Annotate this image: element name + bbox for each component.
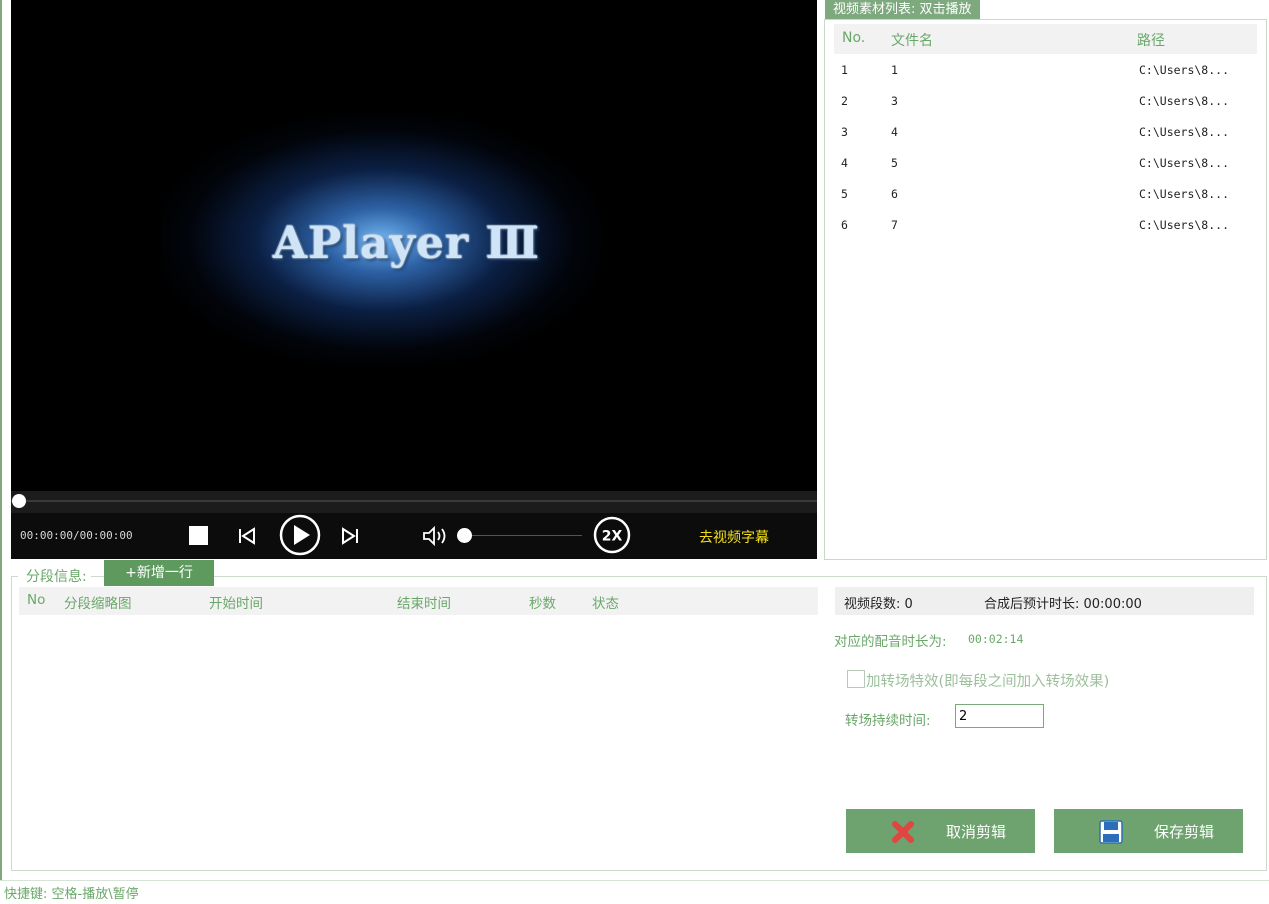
list-item[interactable]: 2 3 C:\Users\8... [834,86,1257,116]
transition-duration-field[interactable] [955,704,1044,728]
list-item[interactable]: 5 6 C:\Users\8... [834,179,1257,209]
segment-info-label: 分段信息: [18,566,91,586]
speed-button[interactable]: 2X [593,516,631,554]
column-header-start[interactable]: 开始时间 [209,592,263,612]
control-bar: 00:00:00/00:00:00 2X 去视频字幕 [11,513,817,559]
speed-label: 2X [602,529,623,545]
player-logo: APlayer Ⅲ [273,218,541,269]
save-edit-label: 保存剪辑 [1154,823,1215,841]
column-header-filename[interactable]: 文件名 [891,30,933,50]
play-icon[interactable] [279,514,321,556]
next-icon[interactable] [340,526,360,546]
previous-icon[interactable] [237,526,257,546]
column-header-status[interactable]: 状态 [592,592,619,612]
time-display: 00:00:00/00:00:00 [20,529,133,542]
list-item[interactable]: 1 1 C:\Users\8... [834,55,1257,85]
column-header-end[interactable]: 结束时间 [397,592,451,612]
volume-handle[interactable] [457,528,472,543]
shortcut-hint: 快捷键: 空格-播放\暂停 [4,887,139,902]
status-divider [0,880,1269,881]
estimated-duration: 合成后预计时长: 00:00:00 [984,597,1142,612]
cancel-edit-label: 取消剪辑 [946,823,1007,841]
progress-bar[interactable] [11,491,817,513]
list-item[interactable]: 3 4 C:\Users\8... [834,117,1257,147]
remove-subtitle-button[interactable]: 去视频字幕 [699,527,769,547]
progress-handle[interactable] [12,494,26,508]
dub-duration-label: 对应的配音时长为: [834,634,947,650]
transition-duration-label: 转场持续时间: [845,713,931,729]
column-header-path[interactable]: 路径 [1137,30,1165,50]
window-left-border [0,0,2,880]
volume-icon[interactable] [422,525,450,547]
dub-duration-value: 00:02:14 [968,632,1024,646]
materials-list[interactable]: No. 文件名 路径 1 1 C:\Users\8... 2 3 C:\User… [824,19,1267,560]
add-row-button[interactable]: +新增一行 [104,560,214,586]
materials-list-tag: 视频素材列表: 双击播放 [825,0,980,20]
cancel-edit-button[interactable]: 取消剪辑 [846,809,1035,853]
list-item[interactable]: 6 7 C:\Users\8... [834,210,1257,240]
video-player[interactable]: APlayer Ⅲ 00:00:00/00:00:00 2X 去视频字幕 [11,0,817,559]
save-icon [1099,820,1123,844]
save-edit-button[interactable]: 保存剪辑 [1054,809,1243,853]
materials-list-header: No. 文件名 路径 [834,24,1257,54]
column-header-no[interactable]: No. [842,30,865,46]
video-display[interactable]: APlayer Ⅲ [11,0,817,490]
progress-line [11,500,817,502]
segment-count: 视频段数: 0 [844,597,913,612]
close-icon [892,821,914,843]
column-header-seconds[interactable]: 秒数 [529,592,556,612]
column-header-no[interactable]: No [27,592,45,608]
list-item[interactable]: 4 5 C:\Users\8... [834,148,1257,178]
segment-table-header: No 分段缩略图 开始时间 结束时间 秒数 状态 [19,587,818,615]
volume-track[interactable] [466,535,582,536]
stop-icon[interactable] [189,526,208,545]
column-header-thumbnail[interactable]: 分段缩略图 [64,592,132,612]
transition-label[interactable]: 加转场特效(即每段之间加入转场效果) [866,670,1109,691]
summary-bar: 视频段数: 0 合成后预计时长: 00:00:00 [835,587,1254,615]
transition-checkbox[interactable] [847,670,865,688]
